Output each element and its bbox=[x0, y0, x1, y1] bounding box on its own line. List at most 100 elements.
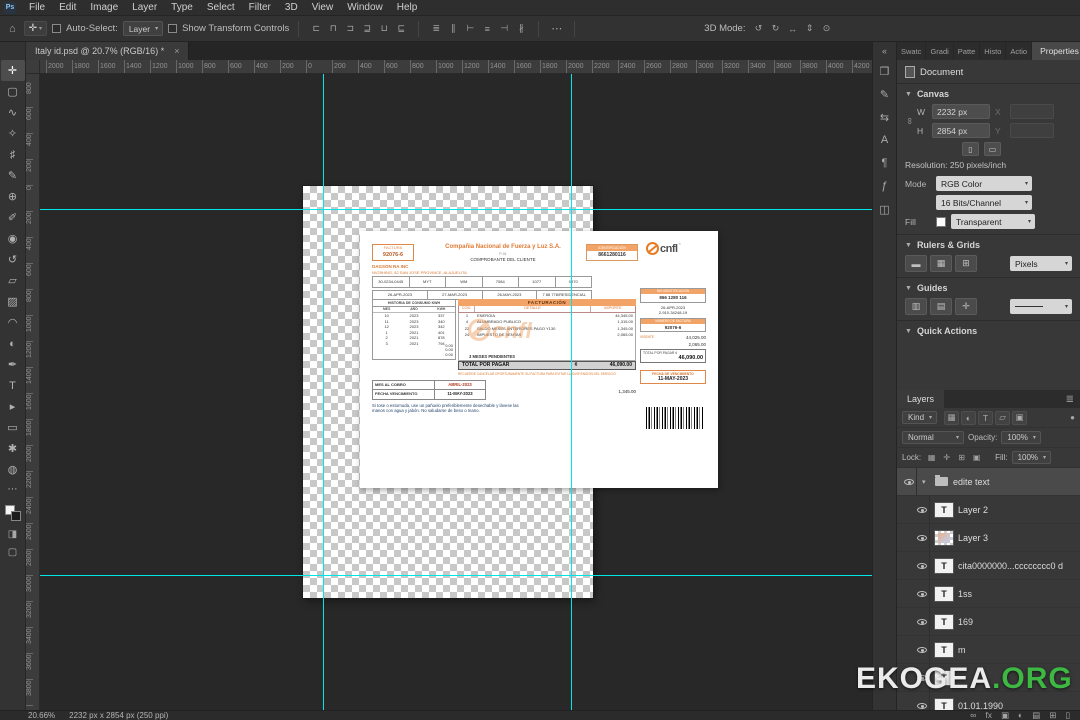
visibility-toggle[interactable] bbox=[915, 580, 930, 607]
document-tab[interactable]: Italy id.psd @ 20.7% (RGB/16) * × bbox=[26, 42, 190, 60]
eyedropper-tool[interactable]: ✎ bbox=[1, 165, 25, 186]
menu-item[interactable]: Image bbox=[83, 0, 125, 16]
layer-mask-icon[interactable]: ▣ bbox=[1001, 710, 1009, 720]
layer-thumbnail[interactable] bbox=[934, 557, 954, 574]
lock-transparency-icon[interactable]: ▦ bbox=[925, 451, 938, 464]
width-field[interactable]: 2232 px bbox=[932, 104, 990, 119]
swap-panel-icon[interactable]: ⇆ bbox=[875, 107, 895, 127]
blur-tool[interactable]: ◠ bbox=[1, 312, 25, 333]
grid-toggle-icon[interactable]: ▦ bbox=[930, 255, 952, 272]
menu-item[interactable]: Window bbox=[340, 0, 390, 16]
layer-row[interactable]: ▾ m bbox=[897, 636, 1080, 664]
healing-brush-tool[interactable]: ⊕ bbox=[1, 186, 25, 207]
layer-thumbnail[interactable] bbox=[934, 501, 954, 518]
group-expand-icon[interactable]: ▾ bbox=[922, 478, 930, 486]
layer-row[interactable]: ▾ 1ss bbox=[897, 580, 1080, 608]
3d-slide-icon[interactable]: ⇕ bbox=[801, 21, 817, 37]
grid-unit-dropdown[interactable]: Pixels bbox=[1010, 256, 1072, 271]
layer-group-icon[interactable]: ▤ bbox=[1032, 710, 1040, 720]
dodge-tool[interactable]: ◐ bbox=[1, 333, 25, 354]
vertical-ruler[interactable]: 800 600 400 200 0 200 400 600 800 1000 1200 1400 160… bbox=[26, 74, 40, 712]
clear-guides-icon[interactable]: ✛ bbox=[955, 298, 977, 315]
menu-item[interactable]: Help bbox=[390, 0, 425, 16]
link-layers-icon[interactable]: ∞ bbox=[970, 710, 976, 720]
distribute-center-icon[interactable]: ≡ bbox=[479, 21, 495, 37]
opacity-field[interactable]: 100% bbox=[1001, 431, 1041, 444]
invoice-document[interactable]: FACTURA 92076-6 Compañia Nacional de Fue… bbox=[360, 231, 718, 488]
align-top-icon[interactable]: ⊒ bbox=[359, 21, 375, 37]
layer-thumbnail[interactable] bbox=[934, 613, 954, 630]
brush-settings-panel-icon[interactable]: ✎ bbox=[875, 84, 895, 104]
layer-name[interactable]: Layer 3 bbox=[958, 533, 988, 543]
new-guide-h-icon[interactable]: ▥ bbox=[905, 298, 927, 315]
lock-all-icon[interactable]: ▣ bbox=[970, 451, 983, 464]
new-guide-v-icon[interactable]: ▤ bbox=[930, 298, 952, 315]
menu-item[interactable]: 3D bbox=[278, 0, 305, 16]
ruler-corner[interactable] bbox=[26, 60, 40, 74]
menu-item[interactable]: Type bbox=[164, 0, 200, 16]
clone-stamp-tool[interactable]: ◉ bbox=[1, 228, 25, 249]
align-center-h-icon[interactable]: ⊓ bbox=[325, 21, 341, 37]
distribute-vertical-icon[interactable]: ≣ bbox=[428, 21, 444, 37]
hand-tool[interactable]: ✱ bbox=[1, 438, 25, 459]
align-bottom-icon[interactable]: ⊑ bbox=[393, 21, 409, 37]
canvas-viewport[interactable]: FACTURA 92076-6 Compañia Nacional de Fue… bbox=[40, 74, 872, 712]
3d-drag-icon[interactable]: ↔ bbox=[784, 21, 800, 37]
visibility-toggle[interactable] bbox=[902, 468, 917, 495]
color-swatches[interactable] bbox=[4, 505, 21, 521]
distribute-right-icon[interactable]: ⊣ bbox=[496, 21, 512, 37]
auto-select-checkbox[interactable] bbox=[52, 24, 62, 33]
quick-selection-tool[interactable]: ✧ bbox=[1, 123, 25, 144]
history-panel-icon[interactable]: ❐ bbox=[875, 61, 895, 81]
align-middle-icon[interactable]: ⊔ bbox=[376, 21, 392, 37]
quick-actions-section-header[interactable]: ▼ Quick Actions bbox=[905, 326, 1072, 336]
landscape-orientation-button[interactable]: ▭ bbox=[984, 142, 1001, 156]
menu-item[interactable]: Layer bbox=[125, 0, 164, 16]
ruler-toggle-icon[interactable]: ▬ bbox=[905, 255, 927, 272]
distribute-horizontal-icon[interactable]: ∥ bbox=[445, 21, 461, 37]
new-layer-icon[interactable]: ⊞ bbox=[1049, 710, 1056, 720]
menu-item[interactable]: View bbox=[305, 0, 341, 16]
guide-style-dropdown[interactable] bbox=[1010, 299, 1072, 314]
fill-opacity-field[interactable]: 100% bbox=[1011, 451, 1052, 464]
libraries-panel-icon[interactable]: ◫ bbox=[875, 199, 895, 219]
show-transform-checkbox[interactable] bbox=[168, 24, 178, 33]
layer-name[interactable]: 1ss bbox=[958, 589, 972, 599]
gradient-tool[interactable]: ▨ bbox=[1, 291, 25, 312]
rulers-grids-section-header[interactable]: ▼ Rulers & Grids bbox=[905, 240, 1072, 250]
more-options-icon[interactable]: ⋯ bbox=[548, 22, 565, 35]
quick-mask-icon[interactable]: ◨ bbox=[1, 525, 25, 543]
tab-properties[interactable]: Properties bbox=[1032, 42, 1080, 60]
glyphs-panel-icon[interactable]: ƒ bbox=[875, 176, 895, 196]
path-selection-tool[interactable]: ▸ bbox=[1, 396, 25, 417]
layer-name[interactable]: 01.01.1990 bbox=[958, 701, 1003, 711]
panel-tab[interactable]: Actio bbox=[1006, 42, 1033, 60]
shape-tool[interactable]: ▭ bbox=[1, 417, 25, 438]
horizontal-ruler[interactable]: 2000 1800 1600 1400 1200 1000 800 600 400 200 0 200… bbox=[40, 60, 872, 74]
filter-shape-icon[interactable]: ▱ bbox=[995, 410, 1011, 425]
3d-rotate-icon[interactable]: ↺ bbox=[750, 21, 766, 37]
edit-toolbar-icon[interactable]: ⋯ bbox=[8, 484, 18, 495]
filter-pixel-icon[interactable]: ▦ bbox=[944, 410, 960, 425]
panel-tab[interactable]: Histo bbox=[980, 42, 1007, 60]
character-panel-icon[interactable]: A bbox=[875, 130, 895, 150]
zoom-tool[interactable]: ◍ bbox=[1, 459, 25, 480]
menu-item[interactable]: Edit bbox=[52, 0, 83, 16]
3d-scale-icon[interactable]: ⊙ bbox=[818, 21, 834, 37]
layer-name[interactable]: 169 bbox=[958, 617, 973, 627]
panel-tab[interactable]: Patte bbox=[954, 42, 981, 60]
auto-select-target-dropdown[interactable]: Layer bbox=[122, 21, 164, 36]
screen-mode-icon[interactable]: ▢ bbox=[1, 543, 25, 561]
layer-name[interactable]: Layer 2 bbox=[958, 505, 988, 515]
brush-tool[interactable]: ✐ bbox=[1, 207, 25, 228]
link-dimensions-icon[interactable]: ∞ bbox=[905, 118, 915, 124]
eraser-tool[interactable]: ▱ bbox=[1, 270, 25, 291]
visibility-toggle[interactable] bbox=[915, 552, 930, 579]
align-left-icon[interactable]: ⊏ bbox=[308, 21, 324, 37]
distribute-left-icon[interactable]: ⊢ bbox=[462, 21, 478, 37]
visibility-toggle[interactable] bbox=[915, 524, 930, 551]
history-brush-tool[interactable]: ↺ bbox=[1, 249, 25, 270]
snap-toggle-icon[interactable]: ⊞ bbox=[955, 255, 977, 272]
distribute-gap-icon[interactable]: ∦ bbox=[513, 21, 529, 37]
panel-tab[interactable]: Gradi bbox=[926, 42, 954, 60]
